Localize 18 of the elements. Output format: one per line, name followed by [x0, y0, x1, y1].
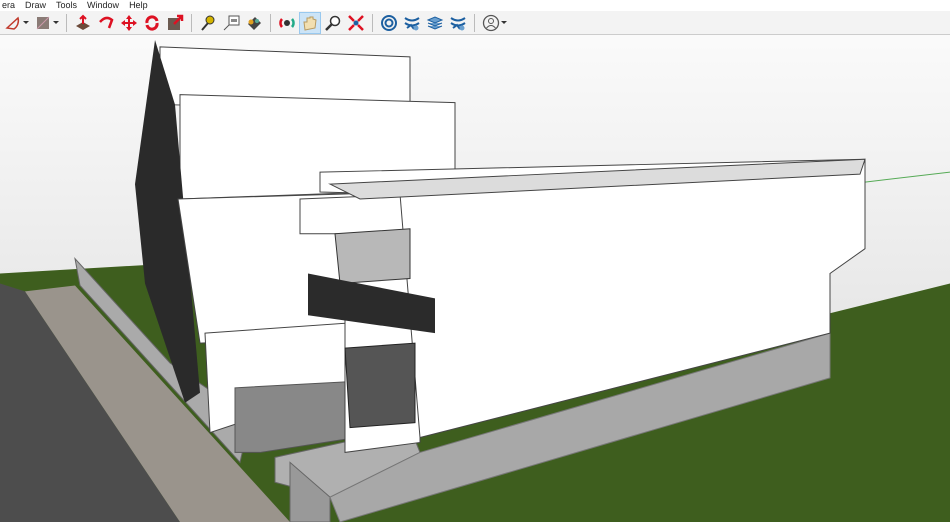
- layers-tool-icon: [426, 14, 444, 32]
- menu-item[interactable]: era: [2, 0, 16, 11]
- menu-item[interactable]: Help: [129, 0, 148, 11]
- caret-icon: [23, 21, 29, 24]
- menu-item[interactable]: Window: [87, 0, 120, 11]
- menu-item[interactable]: Draw: [25, 0, 46, 11]
- pan-tool-icon: [301, 14, 319, 32]
- menu-item[interactable]: Tools: [56, 0, 78, 11]
- zoom-tool-icon: [324, 14, 342, 32]
- account-tool-icon: [482, 14, 500, 32]
- move-tool-icon: [120, 14, 138, 32]
- pushpull-tool-icon: [74, 14, 92, 32]
- text-tool-icon: [222, 14, 240, 32]
- rotate-tool-icon: [143, 14, 161, 32]
- scale-tool-icon: [166, 14, 184, 32]
- caret-icon: [53, 21, 59, 24]
- caret-icon: [501, 21, 507, 24]
- tape-tool-icon: [199, 14, 217, 32]
